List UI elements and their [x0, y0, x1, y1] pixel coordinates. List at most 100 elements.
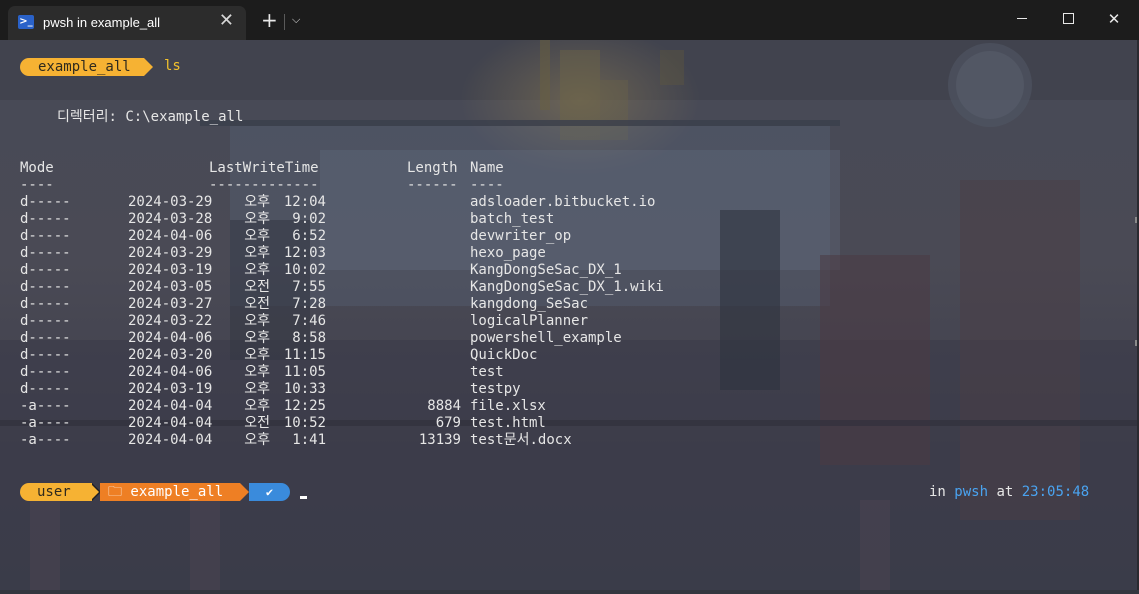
row-time: 12:03 [283, 245, 326, 261]
text-cursor[interactable] [300, 496, 307, 499]
row-name: testpy [470, 381, 521, 397]
row-mode: d----- [20, 330, 71, 346]
row-mode: d----- [20, 279, 71, 295]
maximize-icon [1063, 13, 1074, 24]
prompt-arrow-icon [144, 58, 153, 76]
row-time: 11:15 [283, 347, 326, 363]
chevron-down-icon[interactable]: ⌵ [292, 13, 300, 27]
row-name: adsloader.bitbucket.io [470, 194, 656, 210]
row-time: 12:04 [283, 194, 326, 210]
header-mode: Mode [20, 160, 54, 176]
row-ampm: 오후 [244, 313, 270, 329]
scrollbar-mark [1135, 340, 1137, 346]
underline-name: ---- [470, 177, 504, 193]
row-time: 12:25 [283, 398, 326, 414]
tab-pwsh[interactable]: >_ pwsh in example_all ✕ [8, 6, 246, 40]
row-mode: d----- [20, 194, 71, 210]
row-name: test.html [470, 415, 546, 431]
row-date: 2024-03-22 [128, 313, 213, 329]
row-mode: d----- [20, 364, 71, 380]
scrollbar-mark [1135, 217, 1137, 223]
row-date: 2024-03-19 [128, 262, 213, 278]
tab-separator [284, 14, 285, 30]
right-prompt-shell: pwsh [954, 484, 989, 500]
row-ampm: 오후 [244, 330, 270, 346]
row-time: 8:58 [292, 330, 326, 346]
row-ampm: 오전 [244, 279, 270, 295]
row-time: 7:46 [292, 313, 326, 329]
row-date: 2024-04-06 [128, 228, 213, 244]
row-mode: d----- [20, 245, 71, 261]
row-length: 679 [435, 415, 461, 431]
row-time: 10:52 [283, 415, 326, 431]
row-mode: d----- [20, 313, 71, 329]
row-time: 1:41 [292, 432, 326, 448]
row-name: kangdong_SeSac [470, 296, 589, 312]
title-bar: >_ pwsh in example_all ✕ + ⌵ ✕ [0, 0, 1139, 40]
row-ampm: 오후 [244, 228, 270, 244]
row-date: 2024-03-19 [128, 381, 213, 397]
row-time: 11:05 [283, 364, 326, 380]
row-ampm: 오후 [244, 194, 270, 210]
row-date: 2024-04-06 [128, 330, 213, 346]
row-time: 7:55 [292, 279, 326, 295]
directory-line: 디렉터리: C:\example_all [57, 109, 244, 125]
row-mode: -a---- [20, 415, 71, 431]
row-date: 2024-03-29 [128, 194, 213, 210]
row-date: 2024-03-29 [128, 245, 213, 261]
status-check-icon: ✔ [249, 483, 290, 501]
close-window-button[interactable]: ✕ [1091, 0, 1137, 38]
row-date: 2024-03-27 [128, 296, 213, 312]
row-ampm: 오후 [244, 262, 270, 278]
row-name: KangDongSeSac_DX_1.wiki [470, 279, 664, 295]
row-name: test [470, 364, 504, 380]
row-date: 2024-03-05 [128, 279, 213, 295]
command-text: ls [164, 58, 181, 74]
row-mode: d----- [20, 228, 71, 244]
row-time: 9:02 [292, 211, 326, 227]
row-name: powershell_example [470, 330, 622, 346]
right-prompt-in: in [929, 484, 946, 500]
row-date: 2024-03-20 [128, 347, 213, 363]
underline-mode: ---- [20, 177, 54, 193]
row-time: 6:52 [292, 228, 326, 244]
row-mode: d----- [20, 211, 71, 227]
row-name: KangDongSeSac_DX_1 [470, 262, 622, 278]
row-date: 2024-04-04 [128, 415, 213, 431]
row-time: 10:02 [283, 262, 326, 278]
row-name: test문서.docx [470, 432, 572, 448]
row-ampm: 오전 [244, 296, 270, 312]
maximize-button[interactable] [1045, 0, 1091, 38]
row-ampm: 오후 [244, 398, 270, 414]
row-ampm: 오후 [244, 432, 270, 448]
prompt-path-segment: 🗀 example_all [100, 483, 240, 501]
prompt-user-segment: user [20, 483, 92, 501]
underline-length: ------ [407, 177, 458, 193]
terminal-pane[interactable]: example_all ls 디렉터리: C:\example_all Mode… [0, 40, 1139, 590]
row-length: 8884 [427, 398, 461, 414]
row-name: hexo_page [470, 245, 546, 261]
row-name: QuickDoc [470, 347, 538, 363]
minimize-button[interactable] [999, 0, 1045, 38]
header-name: Name [470, 160, 504, 176]
header-length: Length [407, 160, 458, 176]
row-ampm: 오후 [244, 381, 270, 397]
tab-title: pwsh in example_all [43, 15, 161, 30]
row-date: 2024-03-28 [128, 211, 213, 227]
right-prompt-time: 23:05:48 [1021, 484, 1090, 500]
header-lastwritetime: LastWriteTime [209, 160, 319, 176]
row-mode: d----- [20, 296, 71, 312]
right-prompt-at: at [996, 484, 1014, 500]
row-ampm: 오후 [244, 347, 270, 363]
row-mode: d----- [20, 381, 71, 397]
close-tab-icon[interactable]: ✕ [219, 12, 234, 30]
row-length: 13139 [418, 432, 461, 448]
row-name: file.xlsx [470, 398, 546, 414]
minimize-icon [1017, 18, 1027, 19]
prompt-arrow-icon [90, 483, 99, 501]
powershell-icon: >_ [18, 15, 34, 29]
row-mode: -a---- [20, 432, 71, 448]
underline-lastwritetime: ------------- [209, 177, 319, 193]
row-name: logicalPlanner [470, 313, 589, 329]
new-tab-button[interactable]: + [261, 10, 278, 30]
